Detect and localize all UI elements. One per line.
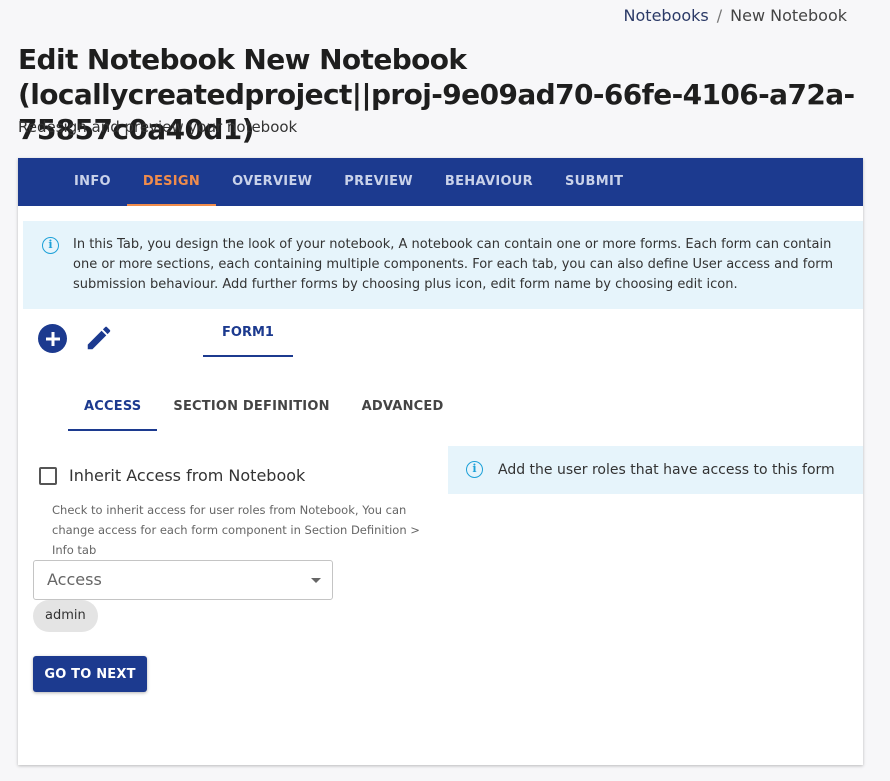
design-info-text: In this Tab, you design the look of your…	[73, 237, 834, 292]
form-subtabs: ACCESS SECTION DEFINITION ADVANCED	[68, 386, 459, 431]
pencil-icon[interactable]	[84, 323, 114, 353]
inherit-access-helper-text: Check to inherit access for user roles f…	[52, 503, 420, 557]
access-select[interactable]: Access	[33, 560, 333, 600]
notebook-editor-card: INFO DESIGN OVERVIEW PREVIEW BEHAVIOUR S…	[18, 158, 863, 765]
subtab-section-definition[interactable]: SECTION DEFINITION	[157, 386, 345, 431]
breadcrumb-notebooks-link[interactable]: Notebooks	[624, 6, 709, 25]
info-circle-icon: i	[42, 237, 59, 254]
add-form-button[interactable]	[38, 324, 67, 353]
access-info-alert: i Add the user roles that have access to…	[448, 446, 863, 494]
tab-preview[interactable]: PREVIEW	[328, 158, 429, 206]
inherit-access-checkbox[interactable]	[39, 466, 57, 485]
tab-submit[interactable]: SUBMIT	[549, 158, 639, 206]
breadcrumb-separator: /	[716, 6, 723, 25]
subtab-access[interactable]: ACCESS	[68, 386, 158, 431]
breadcrumb: Notebooks / New Notebook	[624, 6, 847, 25]
tab-info[interactable]: INFO	[58, 158, 127, 206]
access-info-text: Add the user roles that have access to t…	[498, 462, 835, 478]
access-select-placeholder: Access	[47, 570, 102, 589]
page-subtitle: Redesign and preview your notebook	[18, 118, 298, 136]
info-circle-icon: i	[466, 461, 483, 478]
tab-behaviour[interactable]: BEHAVIOUR	[429, 158, 549, 206]
inherit-access-label[interactable]: Inherit Access from Notebook	[69, 466, 305, 485]
caret-down-icon	[311, 578, 321, 583]
breadcrumb-current: New Notebook	[730, 6, 847, 25]
subtab-advanced[interactable]: ADVANCED	[346, 386, 460, 431]
role-chip-admin[interactable]: admin	[33, 600, 98, 632]
tab-design[interactable]: DESIGN	[126, 158, 217, 206]
design-info-alert: i In this Tab, you design the look of yo…	[23, 221, 863, 309]
go-to-next-button[interactable]: GO TO NEXT	[33, 656, 147, 692]
tab-overview[interactable]: OVERVIEW	[216, 158, 328, 206]
inherit-access-row: Inherit Access from Notebook	[39, 466, 305, 485]
tab-form1[interactable]: FORM1	[203, 316, 293, 357]
notebook-tabs: INFO DESIGN OVERVIEW PREVIEW BEHAVIOUR S…	[18, 158, 863, 206]
